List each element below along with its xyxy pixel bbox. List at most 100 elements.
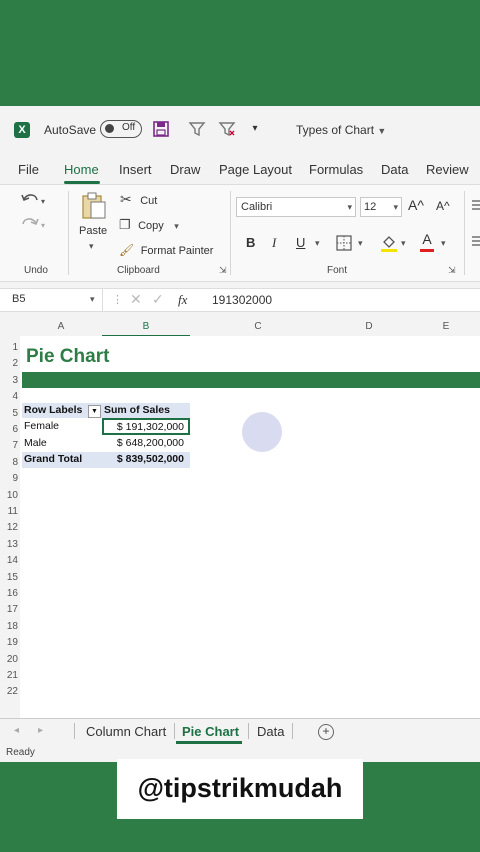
tab-file[interactable]: File [18,162,39,177]
pivot-row-label[interactable]: Male [24,437,47,449]
paintbrush-icon: 🖌 [119,243,135,257]
row-header[interactable]: 13 [0,539,18,550]
autosave-label: AutoSave [44,123,97,137]
formula-input[interactable]: 191302000 [212,293,272,307]
row-header[interactable]: 6 [0,424,18,435]
underline-dropdown-icon[interactable]: ▾ [315,238,320,249]
enter-icon[interactable]: ✓ [152,291,164,308]
sheet-tab-column-chart[interactable]: Column Chart [86,724,166,739]
toggle-knob [105,124,114,133]
watermark-box: @tipstrikmudah [117,759,363,819]
row-header[interactable]: 2 [0,358,18,369]
pivot-row-label[interactable]: Female [24,420,59,432]
tab-insert[interactable]: Insert [119,162,152,177]
font-size-box[interactable]: 12 ▾ [360,197,402,217]
redo-button[interactable]: ▾ [20,215,50,238]
increase-font-size-button[interactable]: A^ [408,197,424,213]
document-title[interactable]: Types of Chart ▼ [296,123,386,137]
pivot-total-label-cell[interactable]: Grand Total [22,452,102,468]
tab-formulas[interactable]: Formulas [309,162,363,177]
title-bar: X AutoSave Off ▾ Types of Chart ▼ [0,106,480,154]
tab-draw[interactable]: Draw [170,162,200,177]
fill-color-button[interactable] [380,233,398,258]
row-header[interactable]: 9 [0,473,18,484]
row-header[interactable]: 11 [0,506,18,517]
row-header[interactable]: 5 [0,408,18,419]
row-header[interactable]: 12 [0,522,18,533]
underline-button[interactable]: U [296,235,305,250]
row-header[interactable]: 18 [0,621,18,632]
next-sheet-icon[interactable]: ▸ [38,725,43,736]
row-header[interactable]: 7 [0,440,18,451]
row-header[interactable]: 1 [0,342,18,353]
more-options-icon: ⋮ [112,294,123,306]
column-header-c[interactable]: C [190,321,326,332]
borders-icon [336,235,352,251]
font-name-value: Calibri [241,201,273,213]
filter-dropdown-icon[interactable]: ▼ [88,405,101,418]
customize-toolbar-icon[interactable]: ▾ [246,120,264,138]
paste-dropdown-icon[interactable]: ▾ [89,241,94,252]
row-header[interactable]: 10 [0,490,18,501]
bold-button[interactable]: B [246,235,255,250]
tab-review[interactable]: Review [426,162,469,177]
paint-bucket-icon [381,236,397,252]
selected-cell-b5[interactable]: $ 191,302,000 [102,418,190,435]
tab-data[interactable]: Data [381,162,408,177]
row-header[interactable]: 14 [0,555,18,566]
borders-dropdown-icon[interactable]: ▾ [358,238,363,249]
name-box[interactable]: B5 ▾ [6,289,103,311]
sheet-tab-pie-chart[interactable]: Pie Chart [182,724,239,739]
undo-group-label: Undo [24,265,48,276]
chevron-down-icon: ▾ [347,202,352,212]
filter-icon[interactable] [188,120,206,138]
autosave-toggle[interactable]: Off [100,120,142,138]
row-header[interactable]: 21 [0,670,18,681]
column-header-a[interactable]: A [20,321,102,332]
cut-button[interactable]: ✂ Cut [120,191,157,209]
paste-label[interactable]: Paste [79,225,107,237]
title-band [22,372,480,388]
font-color-letter: A [422,231,432,247]
fill-color-dropdown-icon[interactable]: ▾ [401,238,406,249]
row-header[interactable]: 15 [0,572,18,583]
row-header[interactable]: 4 [0,391,18,402]
font-color-button[interactable]: A [420,231,434,252]
italic-button[interactable]: I [272,235,276,251]
clipboard-launcher-icon[interactable]: ⇲ [219,265,227,276]
cancel-icon[interactable]: ✕ [130,291,142,308]
sheet-tab-data[interactable]: Data [257,724,284,739]
undo-button[interactable]: ▾ [20,191,50,214]
save-icon[interactable] [152,120,170,138]
add-sheet-icon[interactable]: + [318,724,334,740]
row-header[interactable]: 8 [0,457,18,468]
row-header[interactable]: 17 [0,604,18,615]
borders-button[interactable] [336,235,352,256]
column-header-d[interactable]: D [326,321,412,332]
align-top-icon[interactable] [471,199,480,218]
format-painter-button[interactable]: 🖌 Format Painter [119,241,213,259]
column-header-e[interactable]: E [412,321,480,332]
decrease-font-size-button[interactable]: A^ [436,199,450,213]
paste-button[interactable] [80,191,108,226]
pivot-header-row-labels[interactable]: Row Labels ▼ [22,403,102,418]
font-name-box[interactable]: Calibri ▾ [236,197,356,217]
row-header[interactable]: 3 [0,375,18,386]
row-header[interactable]: 22 [0,686,18,697]
excel-app-icon: X [14,122,30,138]
copy-button[interactable]: ❐ Copy ▾ [119,216,179,234]
tab-home[interactable]: Home [64,162,99,177]
font-launcher-icon[interactable]: ⇲ [448,265,456,276]
clear-filter-icon[interactable] [218,120,236,138]
font-color-dropdown-icon[interactable]: ▾ [441,238,446,249]
worksheet[interactable]: Pie Chart Row Labels ▼ Sum of Sales Fema… [20,336,480,718]
tab-page-layout[interactable]: Page Layout [219,162,292,177]
pivot-total-value-cell[interactable]: $ 839,502,000 [102,452,190,468]
align-left-icon[interactable] [471,235,480,254]
row-header[interactable]: 20 [0,654,18,665]
row-header[interactable]: 16 [0,588,18,599]
column-header-b[interactable]: B [102,321,190,337]
previous-sheet-icon[interactable]: ◂ [14,725,19,736]
row-header[interactable]: 19 [0,637,18,648]
insert-function-icon[interactable]: fx [178,292,187,308]
